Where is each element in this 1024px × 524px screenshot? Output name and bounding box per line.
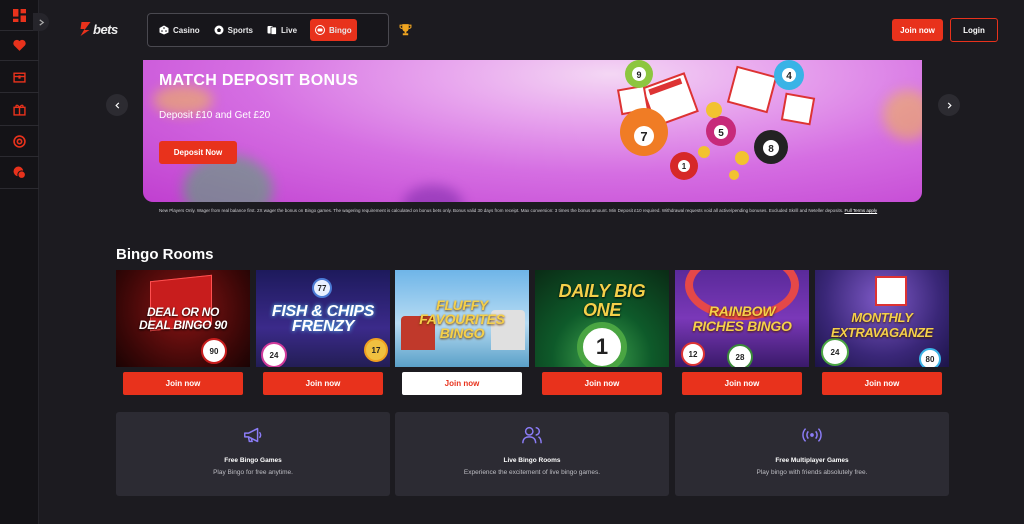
- sidebar-item-promotions[interactable]: [0, 93, 39, 126]
- room-join-button[interactable]: Join now: [263, 372, 383, 395]
- nav-label: Sports: [227, 25, 254, 35]
- users-icon: [522, 426, 542, 444]
- decor-ball: [883, 90, 922, 140]
- football-icon: [214, 25, 224, 35]
- sidebar-item-rewards[interactable]: [0, 61, 39, 93]
- room-thumbnail[interactable]: 90 DEAL OR NO DEAL BINGO 90: [116, 270, 250, 367]
- room-join-button[interactable]: Join now: [123, 372, 243, 395]
- logo-text: bets: [93, 21, 118, 37]
- feature-title: Free Bingo Games: [224, 457, 282, 464]
- room-thumbnail[interactable]: 12 28 RAINBOW RICHES BINGO: [675, 270, 809, 367]
- svg-text:8: 8: [768, 144, 774, 155]
- cards-icon: [267, 26, 277, 35]
- bingo-rooms-grid: 90 DEAL OR NO DEAL BINGO 90 Join now 77 …: [116, 270, 949, 398]
- svg-text:4: 4: [786, 71, 792, 82]
- feature-title: Live Bingo Rooms: [503, 457, 561, 464]
- room-join-button[interactable]: Join now: [402, 372, 522, 395]
- room-title: DEAL OR NO DEAL BINGO 90: [139, 304, 227, 332]
- sidebar-expand-button[interactable]: [33, 13, 49, 31]
- room-title: DAILY BIG ONE: [558, 280, 646, 320]
- terms-body: New Players Only. Wager from real balanc…: [159, 208, 844, 213]
- treasure-chest-icon: [13, 72, 26, 83]
- nav-label: Casino: [173, 25, 200, 35]
- brand-logo[interactable]: bets: [79, 21, 118, 37]
- nav-item-bingo[interactable]: Bingo: [310, 19, 357, 41]
- room-thumbnail[interactable]: 77 24 17 FISH & CHIPS FRENZY: [256, 270, 390, 367]
- room-title: MONTHLY EXTRAVAGANZE: [830, 309, 934, 340]
- svg-text:5: 5: [718, 128, 724, 139]
- room-join-button[interactable]: Join now: [542, 372, 662, 395]
- room-card[interactable]: 1 DAILY BIG ONE Join now: [535, 270, 669, 398]
- room-title: FLUFFY FAVOURITES BINGO: [419, 296, 505, 341]
- trophy-icon[interactable]: [399, 23, 412, 36]
- banner-title: MATCH DEPOSIT BONUS: [159, 72, 359, 89]
- room-thumbnail[interactable]: 24 80 MONTHLY EXTRAVAGANZE: [815, 270, 949, 367]
- ticket-graphic: [875, 276, 907, 306]
- join-now-button[interactable]: Join now: [892, 19, 943, 41]
- sidebar-item-help[interactable]: [0, 126, 39, 157]
- svg-text:1: 1: [682, 162, 687, 171]
- lifebuoy-icon: [13, 134, 26, 148]
- chevron-left-icon: [114, 101, 119, 109]
- room-join-button[interactable]: Join now: [682, 372, 802, 395]
- room-title: RAINBOW RICHES BINGO: [692, 302, 792, 334]
- feature-description: Play bingo with friends absolutely free.: [756, 469, 868, 476]
- room-join-button[interactable]: Join now: [822, 372, 942, 395]
- promo-banner: 9 4 7 5 8 1 MATCH DEPOSIT BONUS Deposit …: [143, 60, 922, 202]
- room-thumbnail[interactable]: FLUFFY FAVOURITES BINGO: [395, 270, 529, 367]
- feature-card: Free Bingo Games Play Bingo for free any…: [116, 412, 390, 496]
- bingo-rooms-title: Bingo Rooms: [116, 246, 214, 263]
- chevron-right-icon: [947, 101, 952, 109]
- feature-title: Free Multiplayer Games: [775, 457, 849, 464]
- decor-ball: [403, 185, 463, 202]
- sidebar-item-favourites[interactable]: [0, 31, 39, 61]
- sidebar-item-support[interactable]: [0, 157, 39, 189]
- svg-text:7: 7: [640, 129, 647, 144]
- room-card[interactable]: 24 80 MONTHLY EXTRAVAGANZE Join now: [815, 270, 949, 398]
- room-card[interactable]: 12 28 RAINBOW RICHES BINGO Join now: [675, 270, 809, 398]
- nav-item-sports[interactable]: Sports: [209, 19, 258, 41]
- feature-card: Live Bingo Rooms Experience the exciteme…: [395, 412, 669, 496]
- banner-subtitle: Deposit £10 and Get £20: [159, 110, 271, 121]
- heart-icon: [13, 39, 26, 51]
- chevron-right-icon: [38, 18, 44, 26]
- nav-label: Live: [281, 25, 298, 35]
- nav-item-live[interactable]: Live: [262, 19, 302, 41]
- nav-label: Bingo: [329, 25, 352, 35]
- terms-text: New Players Only. Wager from real balanc…: [159, 208, 939, 213]
- main-nav: Casino Sports Live Bingo: [147, 13, 389, 47]
- svg-text:9: 9: [636, 70, 641, 80]
- room-title: FISH & CHIPS FRENZY: [271, 302, 375, 335]
- chat-support-icon: [13, 166, 26, 179]
- feature-description: Play Bingo for free anytime.: [213, 469, 293, 476]
- carousel-prev-button[interactable]: [106, 94, 128, 116]
- carousel-next-button[interactable]: [938, 94, 960, 116]
- room-thumbnail[interactable]: 1 DAILY BIG ONE: [535, 270, 669, 367]
- megaphone-icon: [244, 427, 262, 443]
- room-card[interactable]: 77 24 17 FISH & CHIPS FRENZY Join now: [256, 270, 390, 398]
- broadcast-icon: [802, 428, 822, 442]
- sidebar: [0, 0, 39, 524]
- bingo-balls-illustration: 9 4 7 5 8 1: [616, 60, 816, 180]
- dice-icon: [159, 25, 169, 35]
- features-row: Free Bingo Games Play Bingo for free any…: [116, 412, 949, 496]
- bingo-ball-icon: [315, 25, 326, 35]
- deposit-now-button[interactable]: Deposit Now: [159, 141, 237, 164]
- feature-card: Free Multiplayer Games Play bingo with f…: [675, 412, 949, 496]
- gift-icon: [13, 104, 26, 116]
- full-terms-link[interactable]: Full Terms apply: [844, 208, 877, 213]
- feature-description: Experience the excitement of live bingo …: [463, 469, 601, 476]
- dashboard-icon: [13, 8, 26, 22]
- login-button[interactable]: Login: [950, 18, 998, 42]
- room-card[interactable]: FLUFFY FAVOURITES BINGO Join now: [395, 270, 529, 398]
- logo-mark-icon: [80, 22, 91, 36]
- room-card[interactable]: 90 DEAL OR NO DEAL BINGO 90 Join now: [116, 270, 250, 398]
- nav-item-casino[interactable]: Casino: [154, 19, 205, 41]
